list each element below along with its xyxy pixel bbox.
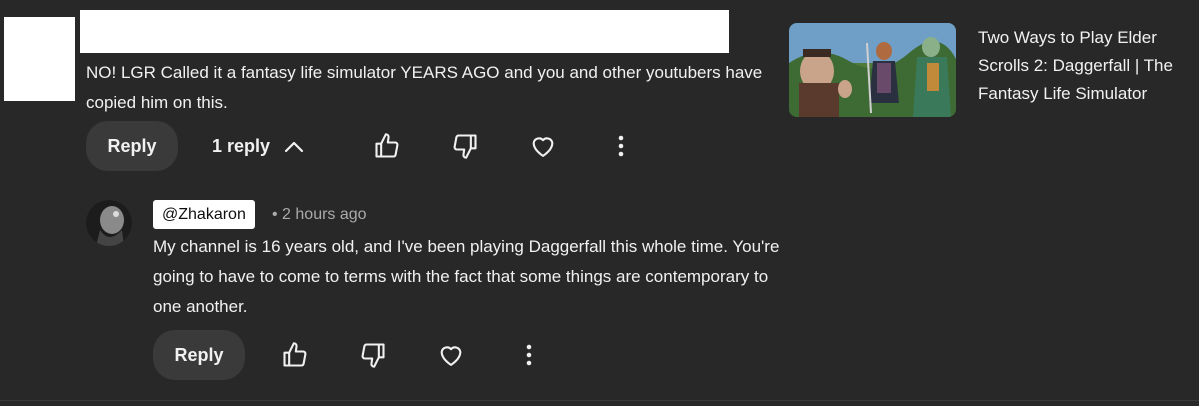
reply-button-label: Reply (107, 135, 157, 156)
thumbs-up-icon (375, 133, 399, 158)
reply-avatar[interactable] (86, 200, 132, 246)
reply-more-options-button[interactable] (509, 335, 549, 375)
divider (0, 400, 1199, 401)
reply-reply-button[interactable]: Reply (153, 330, 245, 380)
reply-like-button[interactable] (275, 335, 315, 375)
reply-dislike-button[interactable] (353, 335, 393, 375)
video-thumbnail[interactable] (789, 23, 956, 117)
thumbs-up-icon (283, 342, 307, 367)
video-title[interactable]: Two Ways to Play Elder Scrolls 2: Dagger… (978, 24, 1193, 108)
thumbs-down-icon (361, 343, 385, 368)
heart-button[interactable] (523, 126, 563, 166)
replies-count-label: 1 reply (212, 135, 271, 156)
top-comment-avatar-redacted[interactable] (4, 17, 75, 101)
thumbs-down-icon (453, 134, 477, 159)
more-options-button[interactable] (601, 126, 641, 166)
top-comment-text: NO! LGR Called it a fantasy life simulat… (86, 63, 763, 112)
reply-reply-button-label: Reply (174, 344, 224, 365)
heart-icon (440, 346, 462, 366)
dislike-button[interactable] (445, 126, 485, 166)
more-vert-icon (526, 344, 532, 366)
heart-icon (532, 137, 554, 157)
chevron-up-icon (284, 141, 304, 153)
replies-toggle[interactable]: 1 reply (212, 121, 322, 171)
reply-button[interactable]: Reply (86, 121, 178, 171)
like-button[interactable] (367, 126, 407, 166)
reply-heart-button[interactable] (431, 335, 471, 375)
reply-timestamp[interactable]: • 2 hours ago (272, 200, 367, 229)
top-comment-author-redacted (80, 10, 729, 53)
reply-author-handle[interactable]: @Zhakaron (153, 200, 255, 229)
reply-text: My channel is 16 years old, and I've bee… (153, 237, 780, 316)
more-vert-icon (618, 135, 624, 157)
